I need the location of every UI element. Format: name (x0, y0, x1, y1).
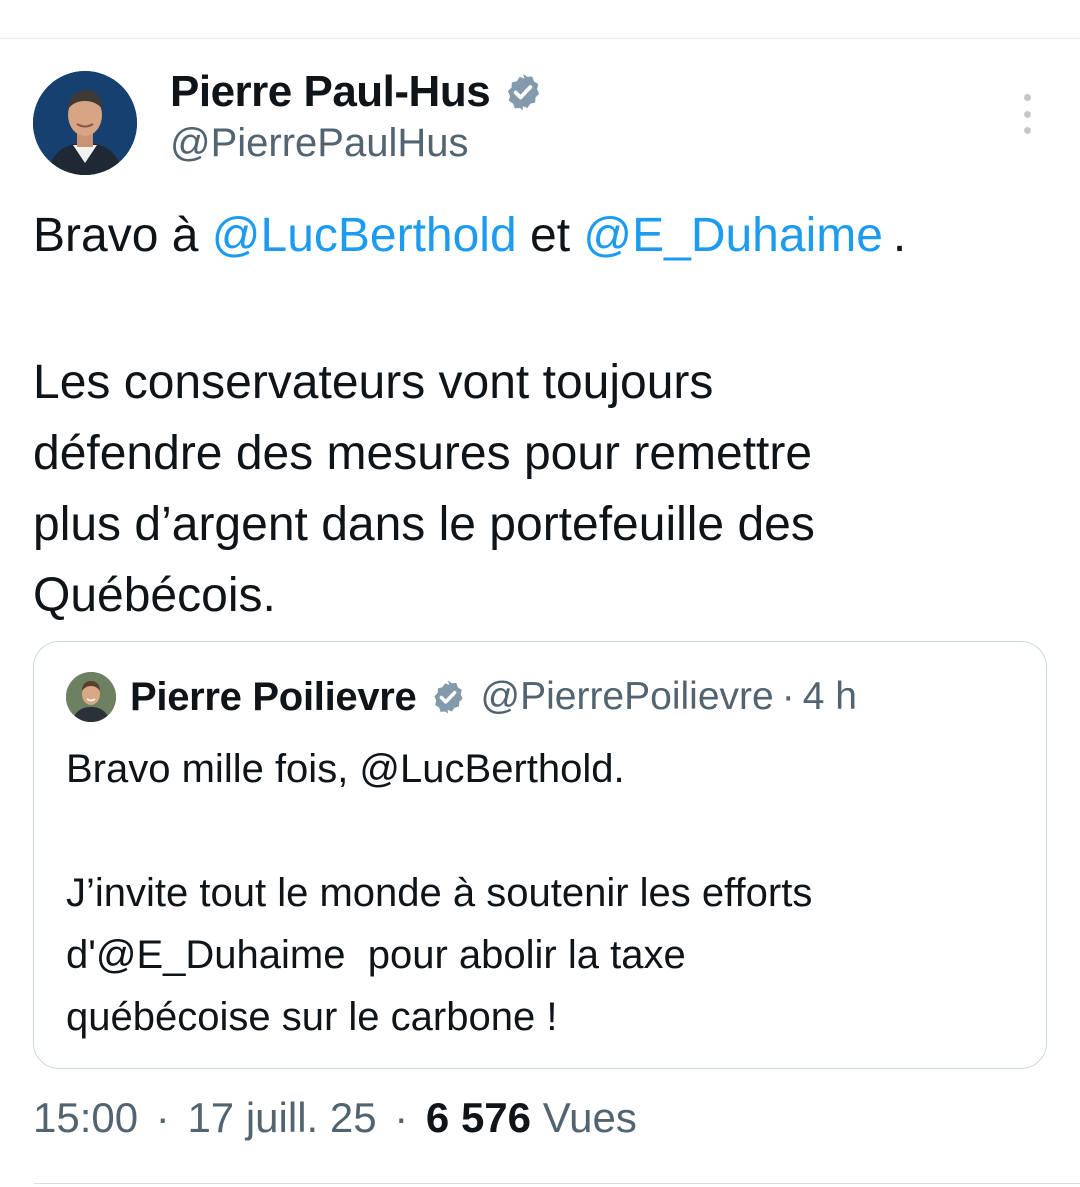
profile-photo-icon (33, 71, 137, 175)
quote-author-handle[interactable]: @PierrePoilievre (481, 675, 774, 719)
verified-badge-icon (508, 73, 540, 111)
author-name-text[interactable]: Pierre Paul-Hus (170, 67, 491, 117)
tweet-text-prefix: Bravo à (33, 209, 212, 262)
verified-badge-icon (433, 680, 463, 714)
tweet-text-paragraph: Les conservateurs vont toujours défendre… (33, 347, 1033, 631)
tweet-paragraph-line: Les conservateurs vont toujours (33, 356, 714, 409)
author-name[interactable]: Pierre Paul-Hus (170, 64, 544, 120)
quoted-tweet-card[interactable]: Pierre Poilievre @PierrePoilievre · 4 h … (33, 641, 1047, 1069)
quote-body-line (66, 800, 1026, 862)
profile-photo-icon (66, 672, 116, 722)
tweet-paragraph-line: plus d’argent dans le portefeuille des (33, 498, 815, 551)
tweet-date[interactable]: 17 juill. 25 (187, 1094, 376, 1141)
footer-separator: · (394, 1094, 409, 1141)
views-label: Vues (542, 1094, 637, 1141)
quote-body-line: québécoise sur le carbone ! (66, 995, 558, 1039)
views-count: 6 576 (425, 1094, 532, 1141)
tweet-text-suffix: . (892, 209, 907, 262)
more-vertical-icon[interactable] (1010, 94, 1044, 134)
tweet-text-line1: Bravo à @LucBerthold et @E_Duhaime. (33, 205, 906, 267)
quote-header: Pierre Poilievre @PierrePoilievre · 4 h (130, 670, 857, 724)
mention-eduhaime[interactable]: @E_Duhaime (583, 209, 883, 262)
quote-author-avatar[interactable] (66, 672, 116, 722)
quote-body-line: d'@E_Duhaime pour abolir la taxe (66, 933, 686, 977)
quote-meta-separator: · (781, 675, 795, 718)
tweet-paragraph-line: Québécois. (33, 569, 276, 622)
footer-separator: · (155, 1094, 170, 1141)
author-handle[interactable]: @PierrePaulHus (170, 121, 469, 166)
tweet-footer: 15:00 · 17 juill. 25 · 6 576 Vues (33, 1094, 637, 1142)
mention-lucberthold[interactable]: @LucBerthold (212, 209, 517, 262)
quote-body-line: Bravo mille fois, @LucBerthold. (66, 747, 625, 791)
quote-timestamp[interactable]: 4 h (803, 675, 857, 719)
bottom-divider (34, 1183, 1080, 1184)
tweet-text-middle: et (516, 209, 584, 262)
quote-author-name[interactable]: Pierre Poilievre (130, 675, 417, 720)
author-avatar[interactable] (33, 71, 137, 175)
quote-body: Bravo mille fois, @LucBerthold. J’invite… (66, 738, 1026, 1048)
quote-body-line: J’invite tout le monde à soutenir les ef… (66, 871, 813, 915)
tweet-time[interactable]: 15:00 (33, 1094, 138, 1141)
tweet-paragraph-line: défendre des mesures pour remettre (33, 427, 813, 480)
top-divider (0, 38, 1080, 39)
